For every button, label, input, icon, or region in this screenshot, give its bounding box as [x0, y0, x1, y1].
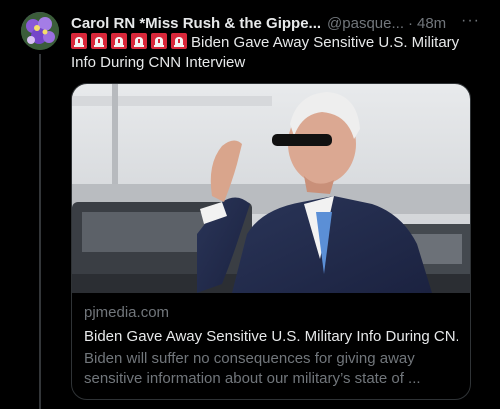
avatar[interactable] — [21, 12, 59, 50]
thread-line — [39, 54, 41, 409]
card-description: Biden will suffer no consequences for gi… — [84, 350, 421, 387]
separator-dot: · — [408, 14, 413, 32]
emoji-row — [71, 33, 191, 51]
rotating-light-icon — [71, 33, 87, 49]
more-options-icon[interactable]: ··· — [461, 12, 480, 30]
timestamp[interactable]: 48m — [417, 15, 446, 32]
tweet[interactable]: Carol RN *Miss Rush & the Gippe... @pasq… — [0, 0, 500, 409]
rotating-light-icon — [131, 33, 147, 49]
user-handle[interactable]: @pasque... — [327, 15, 404, 32]
card-meta: pjmedia.com Biden Gave Away Sensitive U.… — [84, 303, 458, 389]
rotating-light-icon — [151, 33, 167, 49]
link-card[interactable]: pjmedia.com Biden Gave Away Sensitive U.… — [71, 83, 471, 400]
card-title[interactable]: Biden Gave Away Sensitive U.S. Military … — [84, 327, 458, 347]
display-name[interactable]: Carol RN *Miss Rush & the Gippe... — [71, 15, 321, 32]
tweet-header: Carol RN *Miss Rush & the Gippe... @pasq… — [71, 12, 480, 33]
tweet-text: Biden Gave Away Sensitive U.S. Military … — [71, 33, 481, 73]
rotating-light-icon — [91, 33, 107, 49]
rotating-light-icon — [171, 33, 187, 49]
flower-avatar-image — [21, 12, 59, 50]
card-domain[interactable]: pjmedia.com — [84, 303, 458, 323]
card-image[interactable] — [72, 84, 470, 293]
rotating-light-icon — [111, 33, 127, 49]
